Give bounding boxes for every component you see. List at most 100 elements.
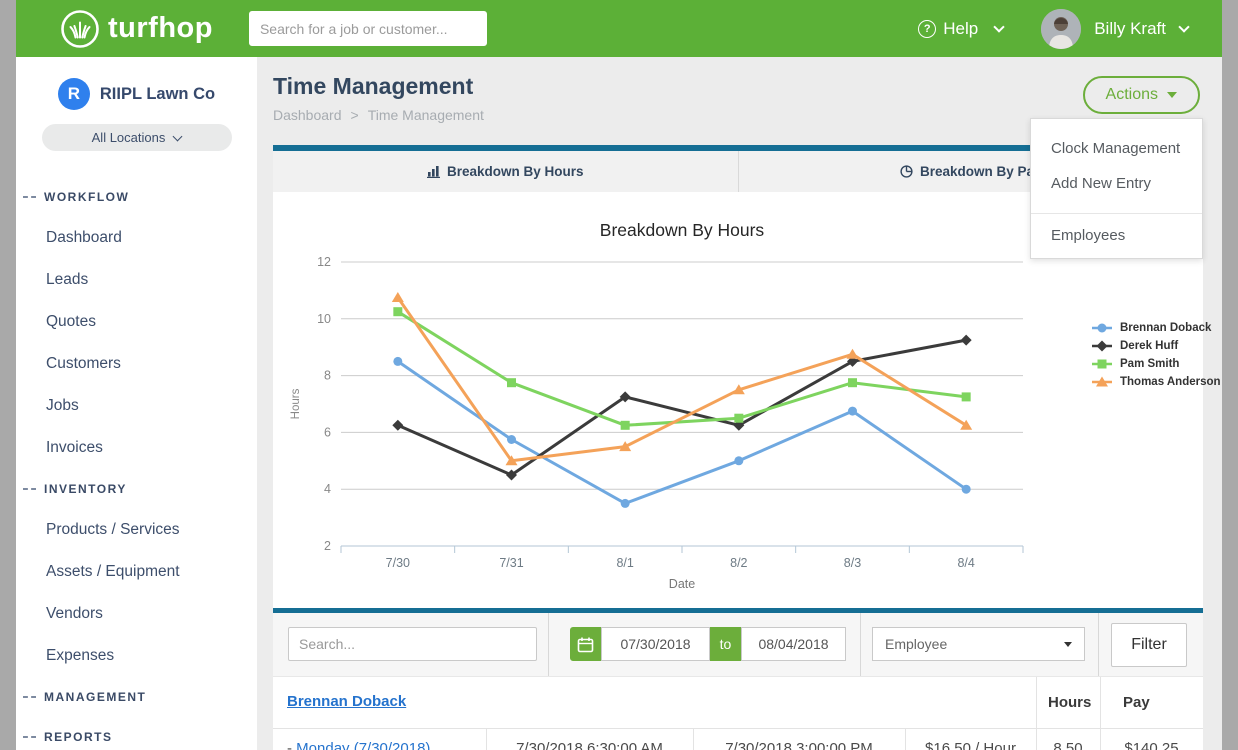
sidebar: R RIIPL Lawn Co All Locations WORKFLOW D… — [16, 57, 257, 750]
sidebar-item-quotes[interactable]: Quotes — [16, 301, 257, 343]
tab-label: Breakdown By Pay — [920, 164, 1042, 179]
bar-chart-icon — [427, 165, 440, 178]
sidebar-nav: WORKFLOW Dashboard Leads Quotes Customer… — [16, 177, 257, 750]
menu-item-clock-management[interactable]: Clock Management — [1031, 131, 1202, 166]
svg-text:7/30: 7/30 — [386, 556, 410, 570]
table-search-input[interactable] — [288, 627, 537, 661]
sidebar-item-assets-equipment[interactable]: Assets / Equipment — [16, 551, 257, 593]
nav-section-reports[interactable]: REPORTS — [16, 717, 257, 750]
sidebar-item-dashboard[interactable]: Dashboard — [16, 217, 257, 259]
section-dash-icon — [23, 196, 36, 198]
toolbar-divider — [1098, 613, 1099, 676]
filter-toolbar: to Employee Filter — [273, 613, 1203, 676]
breadcrumb-current: Time Management — [368, 107, 484, 123]
employee-select[interactable]: Employee — [872, 627, 1085, 661]
nav-section-management[interactable]: MANAGEMENT — [16, 677, 257, 717]
menu-item-add-new-entry[interactable]: Add New Entry — [1031, 166, 1202, 201]
grass-logo-icon — [60, 9, 100, 49]
menu-item-employees[interactable]: Employees — [1031, 214, 1202, 258]
chevron-down-icon — [994, 21, 1005, 32]
global-search-input[interactable] — [249, 11, 487, 46]
row-prefix: - — [287, 740, 292, 750]
actions-dropdown-menu: Clock Management Add New Entry Employees — [1030, 118, 1203, 259]
breadcrumb-separator: > — [351, 107, 359, 123]
clock-in-cell: 7/30/2018 6:30:00 AM — [486, 740, 693, 750]
tab-label: Breakdown By Hours — [447, 164, 584, 179]
tab-breakdown-by-hours[interactable]: Breakdown By Hours — [273, 151, 738, 192]
user-chevron-down-icon[interactable] — [1178, 21, 1189, 32]
company-selector[interactable]: R RIIPL Lawn Co — [16, 57, 257, 110]
svg-text:12: 12 — [317, 255, 331, 269]
sidebar-item-invoices[interactable]: Invoices — [16, 427, 257, 469]
hours-column-header: Hours — [1048, 694, 1091, 711]
svg-text:8/2: 8/2 — [730, 556, 747, 570]
sidebar-item-expenses[interactable]: Expenses — [16, 635, 257, 677]
svg-text:6: 6 — [324, 425, 331, 439]
desktop-edge-left — [0, 0, 16, 750]
chart-legend: Brennan Doback Derek Huff Pam Smith Thomas … — [1091, 322, 1221, 388]
svg-text:4: 4 — [324, 482, 331, 496]
pay-cell: $140.25 — [1100, 740, 1203, 750]
toolbar-divider — [860, 613, 861, 676]
chevron-down-icon — [173, 131, 183, 141]
help-menu[interactable]: ? Help — [918, 19, 1003, 39]
breadcrumb-dashboard[interactable]: Dashboard — [273, 107, 342, 123]
legend-item: Pam Smith — [1091, 358, 1221, 370]
company-logo: R — [58, 78, 90, 110]
date-range-to-label: to — [710, 627, 741, 661]
company-name: RIIPL Lawn Co — [100, 85, 215, 104]
caret-down-icon — [1167, 92, 1177, 98]
column-divider — [1100, 677, 1101, 728]
hours-cell: 8.50 — [1036, 740, 1100, 750]
svg-text:8: 8 — [324, 369, 331, 383]
day-link[interactable]: Monday (7/30/2018) — [296, 740, 430, 750]
page-title: Time Management — [273, 73, 1203, 100]
date-to-input[interactable] — [741, 627, 846, 661]
employee-group-link[interactable]: Brennan Doback — [287, 693, 406, 710]
svg-text:2: 2 — [324, 539, 331, 553]
section-dash-icon — [23, 488, 36, 490]
locations-dropdown[interactable]: All Locations — [42, 124, 232, 151]
legend-item: Derek Huff — [1091, 340, 1221, 352]
help-icon: ? — [918, 20, 936, 38]
column-divider — [1036, 677, 1037, 728]
brand-name: turfhop — [108, 12, 213, 45]
table-row: - Monday (7/30/2018) 7/30/2018 6:30:00 A… — [273, 729, 1203, 750]
table-group-header-row: Brennan Doback Hours Pay — [273, 677, 1203, 729]
clock-out-cell: 7/30/2018 3:00:00 PM — [693, 740, 905, 750]
sidebar-item-leads[interactable]: Leads — [16, 259, 257, 301]
svg-text:Hours: Hours — [290, 388, 302, 419]
svg-text:8/1: 8/1 — [616, 556, 633, 570]
help-label: Help — [943, 19, 978, 39]
legend-item: Thomas Anderson — [1091, 376, 1221, 388]
svg-text:7/31: 7/31 — [499, 556, 523, 570]
user-avatar[interactable] — [1041, 9, 1081, 49]
time-entries-table: Brennan Doback Hours Pay - Monday (7/30/… — [273, 676, 1203, 750]
app-window: turfhop ? Help Billy Kraft — [16, 0, 1222, 750]
svg-text:Breakdown By Hours: Breakdown By Hours — [600, 220, 765, 240]
legend-item: Brennan Doback — [1091, 322, 1221, 334]
top-bar-right: ? Help Billy Kraft — [918, 9, 1188, 49]
sidebar-item-vendors[interactable]: Vendors — [16, 593, 257, 635]
date-from-input[interactable] — [601, 627, 710, 661]
toolbar-divider — [548, 613, 549, 676]
section-dash-icon — [23, 736, 36, 738]
brand-logo[interactable]: turfhop — [60, 9, 213, 49]
top-bar: turfhop ? Help Billy Kraft — [16, 0, 1222, 57]
actions-button-label: Actions — [1106, 86, 1158, 104]
main-content: Time Management Dashboard > Time Managem… — [257, 57, 1222, 750]
sidebar-item-products-services[interactable]: Products / Services — [16, 509, 257, 551]
user-name[interactable]: Billy Kraft — [1094, 19, 1166, 39]
calendar-button[interactable] — [570, 627, 601, 661]
day-cell: - Monday (7/30/2018) — [287, 740, 430, 750]
filter-button[interactable]: Filter — [1111, 623, 1187, 667]
actions-button[interactable]: Actions — [1083, 76, 1200, 114]
svg-text:10: 10 — [317, 312, 331, 326]
nav-section-inventory[interactable]: INVENTORY — [16, 469, 257, 509]
nav-section-workflow[interactable]: WORKFLOW — [16, 177, 257, 217]
sidebar-item-customers[interactable]: Customers — [16, 343, 257, 385]
calendar-icon — [577, 636, 594, 653]
nav-section-label: REPORTS — [44, 730, 113, 744]
sidebar-item-jobs[interactable]: Jobs — [16, 385, 257, 427]
nav-section-label: WORKFLOW — [44, 190, 129, 204]
